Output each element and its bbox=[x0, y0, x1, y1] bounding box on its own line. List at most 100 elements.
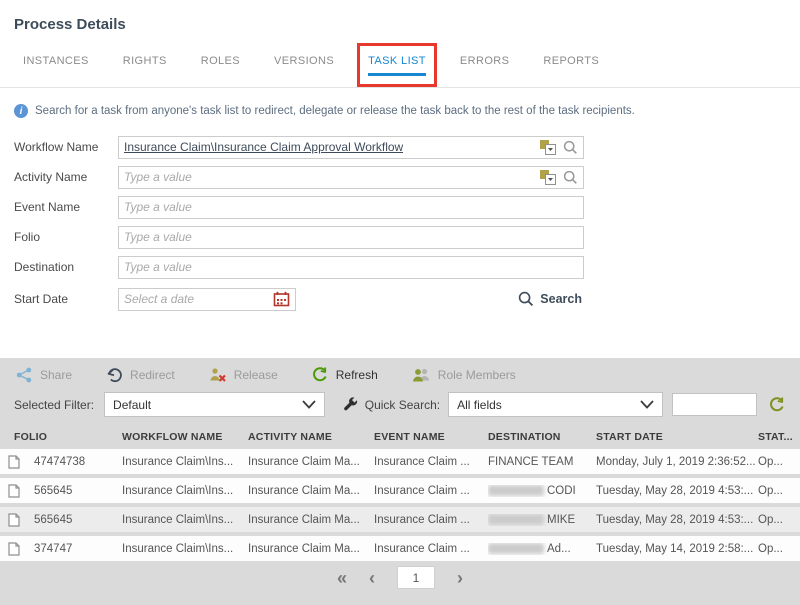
refresh-icon bbox=[312, 367, 327, 382]
current-page-indicator[interactable]: 1 bbox=[397, 566, 435, 589]
role-members-label: Role Members bbox=[437, 368, 516, 382]
start-date-field[interactable]: Select a date bbox=[118, 287, 296, 311]
refresh-button[interactable]: Refresh bbox=[312, 367, 378, 383]
destination-placeholder: Type a value bbox=[124, 260, 192, 274]
quick-search-refresh-button[interactable] bbox=[769, 396, 786, 413]
activity-name-field[interactable]: Type a value bbox=[118, 165, 584, 189]
role-members-icon bbox=[412, 368, 429, 382]
cell-activity: Insurance Claim Ma... bbox=[248, 484, 360, 497]
tab-rights[interactable]: RIGHTS bbox=[112, 43, 178, 87]
cell-start-date: Tuesday, May 14, 2019 2:58:... bbox=[596, 542, 754, 555]
cell-activity: Insurance Claim Ma... bbox=[248, 455, 360, 468]
table-row[interactable]: 565645 Insurance Claim\Ins... Insurance … bbox=[0, 478, 800, 503]
results-panel: Share Redirect Release Refresh Role Memb… bbox=[0, 358, 800, 605]
cell-activity: Insurance Claim Ma... bbox=[248, 542, 360, 555]
selected-filter-dropdown[interactable]: Default bbox=[104, 392, 325, 417]
col-status[interactable]: STAT... bbox=[758, 431, 800, 443]
event-name-placeholder: Type a value bbox=[124, 200, 192, 214]
folio-field[interactable]: Type a value bbox=[118, 225, 584, 249]
table-row[interactable]: 47474738 Insurance Claim\Ins... Insuranc… bbox=[0, 449, 800, 474]
col-start-date[interactable]: START DATE bbox=[596, 431, 758, 443]
lookup-picker-icon[interactable] bbox=[540, 169, 556, 185]
quick-search-settings-button[interactable] bbox=[343, 397, 358, 412]
selected-filter-value: Default bbox=[113, 397, 152, 412]
tab-instances[interactable]: INSTANCES bbox=[12, 43, 100, 87]
release-button[interactable]: Release bbox=[209, 367, 278, 383]
cell-folio: 565645 bbox=[34, 513, 73, 526]
cell-destination: FINANCE TEAM bbox=[488, 455, 574, 468]
cell-status: Op... bbox=[758, 542, 783, 555]
folio-label: Folio bbox=[14, 230, 41, 244]
workflow-name-label: Workflow Name bbox=[14, 140, 99, 154]
share-button[interactable]: Share bbox=[16, 367, 72, 383]
col-folio[interactable]: FOLIO bbox=[14, 431, 122, 443]
info-bar: i Search for a task from anyone's task l… bbox=[0, 88, 800, 118]
tab-roles[interactable]: ROLES bbox=[190, 43, 251, 87]
event-name-field[interactable]: Type a value bbox=[118, 195, 584, 219]
lookup-picker-icon[interactable] bbox=[540, 139, 556, 155]
cell-folio: 47474738 bbox=[34, 455, 86, 468]
start-date-placeholder: Select a date bbox=[124, 292, 195, 306]
redacted-text bbox=[488, 484, 544, 496]
quick-search-label: Quick Search: bbox=[364, 397, 441, 412]
release-icon bbox=[210, 368, 226, 382]
search-button-label: Search bbox=[540, 292, 582, 306]
first-page-button[interactable]: « bbox=[337, 569, 347, 587]
task-search-form: Workflow Name Insurance Claim\Insurance … bbox=[0, 118, 584, 314]
event-name-row: Event Name Type a value bbox=[14, 192, 584, 222]
cell-event: Insurance Claim ... bbox=[374, 455, 470, 468]
tab-versions[interactable]: VERSIONS bbox=[263, 43, 345, 87]
share-label: Share bbox=[40, 368, 73, 382]
destination-field[interactable]: Type a value bbox=[118, 255, 584, 279]
folio-placeholder: Type a value bbox=[124, 230, 192, 244]
activity-name-row: Activity Name Type a value bbox=[14, 162, 584, 192]
refresh-label: Refresh bbox=[335, 368, 378, 382]
process-details-page: Process Details INSTANCES RIGHTS ROLES V… bbox=[0, 0, 800, 605]
cell-status: Op... bbox=[758, 455, 783, 468]
redirect-button[interactable]: Redirect bbox=[106, 367, 175, 383]
event-name-label: Event Name bbox=[14, 200, 81, 214]
cell-status: Op... bbox=[758, 513, 783, 526]
workflow-name-row: Workflow Name Insurance Claim\Insurance … bbox=[14, 132, 584, 162]
previous-page-button[interactable]: ‹ bbox=[369, 569, 375, 587]
pagination: « ‹ 1 › bbox=[0, 566, 800, 589]
folio-row: Folio Type a value bbox=[14, 222, 584, 252]
activity-name-label: Activity Name bbox=[14, 170, 88, 184]
start-date-label: Start Date bbox=[14, 292, 69, 306]
cell-event: Insurance Claim ... bbox=[374, 542, 470, 555]
page-header: Process Details bbox=[0, 0, 800, 33]
quick-search-input[interactable] bbox=[672, 393, 757, 416]
tab-reports[interactable]: REPORTS bbox=[532, 43, 610, 87]
refresh-icon bbox=[770, 396, 784, 411]
col-workflow-name[interactable]: WORKFLOW NAME bbox=[122, 431, 248, 443]
workflow-name-field[interactable]: Insurance Claim\Insurance Claim Approval… bbox=[118, 135, 584, 159]
cell-destination: MIKE bbox=[488, 514, 596, 526]
table-row[interactable]: 565645 Insurance Claim\Ins... Insurance … bbox=[0, 507, 800, 532]
cell-start-date: Tuesday, May 28, 2019 4:53:... bbox=[596, 484, 754, 497]
cell-start-date: Tuesday, May 28, 2019 4:53:... bbox=[596, 513, 754, 526]
cell-workflow: Insurance Claim\Ins... bbox=[122, 542, 234, 555]
redirect-icon bbox=[107, 368, 122, 383]
table-row[interactable]: 374747 Insurance Claim\Ins... Insurance … bbox=[0, 536, 800, 561]
next-page-button[interactable]: › bbox=[457, 569, 463, 587]
quick-search-field-dropdown[interactable]: All fields bbox=[448, 392, 663, 417]
workflow-name-value: Insurance Claim\Insurance Claim Approval… bbox=[124, 140, 404, 154]
role-members-button[interactable]: Role Members bbox=[412, 367, 516, 383]
tab-task-list[interactable]: TASK LIST bbox=[357, 43, 437, 87]
search-button[interactable]: Search bbox=[518, 291, 584, 307]
info-icon: i bbox=[14, 104, 28, 118]
tab-errors[interactable]: ERRORS bbox=[449, 43, 520, 87]
table-header: FOLIO WORKFLOW NAME ACTIVITY NAME EVENT … bbox=[0, 425, 800, 449]
cell-workflow: Insurance Claim\Ins... bbox=[122, 455, 234, 468]
calendar-icon[interactable] bbox=[273, 291, 290, 307]
col-activity-name[interactable]: ACTIVITY NAME bbox=[248, 431, 374, 443]
field-search-icon[interactable] bbox=[563, 140, 578, 155]
redacted-text bbox=[488, 542, 544, 554]
col-event-name[interactable]: EVENT NAME bbox=[374, 431, 488, 443]
redacted-text bbox=[488, 513, 544, 525]
info-text: Search for a task from anyone's task lis… bbox=[35, 105, 635, 117]
field-search-icon[interactable] bbox=[563, 170, 578, 185]
cell-workflow: Insurance Claim\Ins... bbox=[122, 513, 234, 526]
col-destination[interactable]: DESTINATION bbox=[488, 431, 596, 443]
cell-activity: Insurance Claim Ma... bbox=[248, 513, 360, 526]
